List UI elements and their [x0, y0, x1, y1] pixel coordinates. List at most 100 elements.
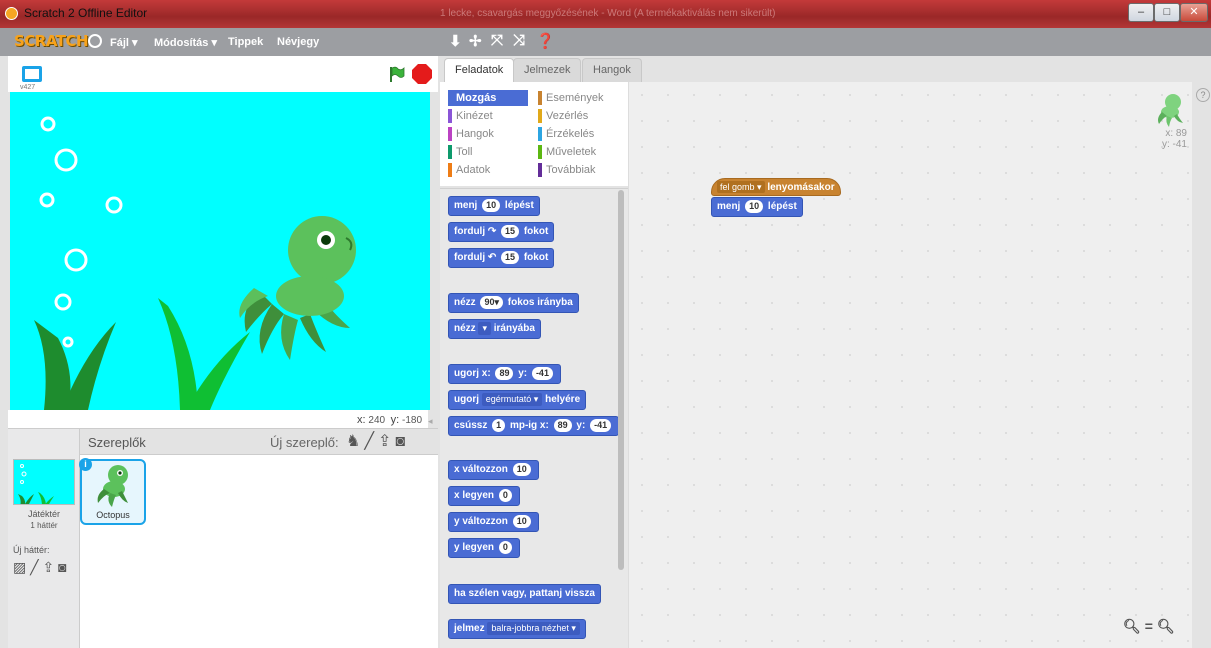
sprite-x: x: 89 [1165, 128, 1187, 139]
tab-scripts[interactable]: Feladatok [444, 58, 515, 83]
block-turn-right[interactable]: fordulj ↷ 15 fokot [448, 222, 555, 242]
coord-x-label: x: [357, 414, 366, 426]
choose-sprite-icon[interactable]: ♞ [346, 433, 364, 450]
category-control[interactable]: Vezérlés [538, 108, 618, 124]
camera-backdrop-icon[interactable]: ◙ [58, 559, 66, 575]
info-icon[interactable]: i [79, 458, 92, 471]
shrink-icon[interactable]: ⤨ [513, 32, 525, 49]
stage-thumbnail-column: Játéktér 1 háttér Új háttér: ▨ ╱ ⇪ ◙ [8, 429, 80, 648]
block-point-in-direction[interactable]: nézz 90▾ fokos irányba [448, 293, 579, 313]
category-motion[interactable]: Mozgás [448, 90, 528, 106]
script-when-key-pressed[interactable]: fel gomb ▾ lenyomásakor [711, 178, 841, 196]
mouse-coordinates: x: 240 y: -180 [8, 410, 428, 428]
tab-costumes[interactable]: Jelmezek [513, 58, 582, 82]
help-strip: ? [1192, 82, 1211, 648]
octopus-thumbnail [97, 465, 128, 507]
block-turn-left[interactable]: fordulj ↶ 15 fokot [448, 248, 555, 268]
close-button[interactable]: ✕ [1180, 3, 1208, 22]
cut-icon[interactable]: ✢ [469, 32, 482, 50]
tab-sounds[interactable]: Hangok [582, 58, 642, 82]
zoom-in-icon[interactable]: 🔍︎ [1157, 618, 1179, 634]
sprite-library: Játéktér 1 háttér Új háttér: ▨ ╱ ⇪ ◙ Sze… [8, 428, 438, 648]
menu-bar: SCRATCH Fájl ▾ Módosítás ▾ Tippek Névjeg… [0, 28, 1211, 56]
stage-scene [34, 116, 356, 410]
block-categories: Mozgás Események Kinézet Vezérlés Hangok… [440, 82, 628, 186]
upload-sprite-icon[interactable]: ⇪ [378, 433, 395, 450]
scripts-area[interactable]: fel gomb ▾ lenyomásakor menj 10 lépést x… [628, 82, 1192, 648]
script-move-steps[interactable]: menj 10 lépést [711, 197, 803, 217]
category-events[interactable]: Események [538, 90, 618, 106]
category-pen[interactable]: Toll [448, 144, 528, 160]
block-change-y[interactable]: y változzon 10 [448, 512, 539, 532]
zoom-reset-icon[interactable]: = [1145, 618, 1157, 634]
seaweed [34, 298, 250, 410]
version-label: v427 [20, 84, 36, 91]
current-sprite-info: x: 89 y: -41 [1147, 92, 1187, 150]
grow-icon[interactable]: ⤧ [491, 32, 503, 49]
block-palette: menj 10 lépést fordulj ↷ 15 fokot fordul… [440, 188, 628, 648]
block-go-to[interactable]: ugorj egérmutató ▾ helyére [448, 390, 587, 410]
stage-thumbnail[interactable] [13, 459, 75, 505]
new-sprite-label: Új szereplő: [270, 435, 339, 450]
new-backdrop-tools: ▨ ╱ ⇪ ◙ [13, 559, 67, 576]
backdrop-count: 1 háttér [30, 521, 58, 530]
menu-file[interactable]: Fájl ▾ [110, 36, 138, 49]
choose-backdrop-icon[interactable]: ▨ [13, 559, 26, 575]
sprite-thumbnail-octopus[interactable]: i Octopus [79, 458, 146, 525]
sprites-header: Szereplők Új szereplő: ♞╱⇪◙ [80, 429, 438, 455]
menu-about[interactable]: Névjegy [277, 36, 319, 48]
maximize-button[interactable]: □ [1154, 3, 1180, 22]
block-point-towards[interactable]: nézz ▾ irányába [448, 319, 541, 339]
zoom-out-icon[interactable]: 🔍︎ [1123, 618, 1145, 634]
help-icon[interactable]: ? [1196, 88, 1210, 102]
window-title: Scratch 2 Offline Editor [24, 6, 148, 20]
minimize-button[interactable]: – [1128, 3, 1154, 22]
new-sprite-tools: ♞╱⇪◙ [346, 431, 409, 451]
coord-y-label: y: [390, 414, 400, 426]
coord-y-value: -180 [401, 415, 422, 426]
category-looks[interactable]: Kinézet [448, 108, 528, 124]
new-backdrop-label: Új háttér: [13, 545, 50, 555]
palette-scrollbar[interactable] [618, 190, 624, 570]
category-more-blocks[interactable]: Továbbiak [538, 162, 618, 178]
stop-icon[interactable] [412, 64, 432, 84]
camera-sprite-icon[interactable]: ◙ [395, 433, 409, 450]
green-flag-icon[interactable] [389, 66, 405, 82]
block-set-y[interactable]: y legyen 0 [448, 538, 520, 558]
presentation-mode-icon[interactable] [22, 66, 42, 82]
menu-tips[interactable]: Tippek [228, 36, 263, 48]
language-globe-icon[interactable] [88, 34, 102, 48]
category-operators[interactable]: Műveletek [538, 144, 618, 160]
sprite-name: Octopus [96, 510, 130, 520]
block-glide[interactable]: csússz 1 mp-ig x: 89 y: -41 [448, 416, 620, 436]
block-set-x[interactable]: x legyen 0 [448, 486, 520, 506]
duplicate-icon[interactable]: ⬇ [449, 32, 462, 50]
block-change-x[interactable]: x változzon 10 [448, 460, 539, 480]
block-bounce[interactable]: ha szélen vagy, pattanj vissza [448, 584, 601, 604]
block-go-to-xy[interactable]: ugorj x: 89 y: -41 [448, 364, 561, 384]
coord-x-value: 240 [368, 415, 386, 426]
scratch-app-icon [5, 7, 18, 20]
editor-tabs: Feladatok Jelmezek Hangok [440, 56, 1211, 83]
background-window-title: 1 lecke, csavargás meggyőzésének - Word … [440, 8, 776, 19]
block-rotation-style[interactable]: jelmez balra-jobbra nézhet ▾ [448, 619, 586, 639]
upload-backdrop-icon[interactable]: ⇪ [42, 559, 54, 575]
sprites-title: Szereplők [88, 435, 146, 450]
stage-label: Játéktér [27, 509, 60, 519]
paint-backdrop-icon[interactable]: ╱ [30, 559, 38, 575]
category-sound[interactable]: Hangok [448, 126, 528, 142]
octopus-sprite[interactable] [239, 216, 356, 360]
menu-edit[interactable]: Módosítás ▾ [154, 36, 217, 49]
bubbles [39, 116, 123, 348]
category-data[interactable]: Adatok [448, 162, 528, 178]
collapse-arrow-icon[interactable]: ◂ [428, 416, 436, 428]
help-icon[interactable]: ❓ [536, 32, 555, 50]
stage-header: v427 [8, 56, 438, 92]
sprite-y: y: -41 [1161, 139, 1187, 150]
scratch-logo[interactable]: SCRATCH [14, 32, 89, 50]
paint-sprite-icon[interactable]: ╱ [364, 433, 378, 450]
stage-canvas[interactable] [10, 92, 430, 410]
current-sprite-icon [1158, 94, 1183, 127]
block-move-steps[interactable]: menj 10 lépést [448, 196, 540, 216]
category-sensing[interactable]: Érzékelés [538, 126, 618, 142]
